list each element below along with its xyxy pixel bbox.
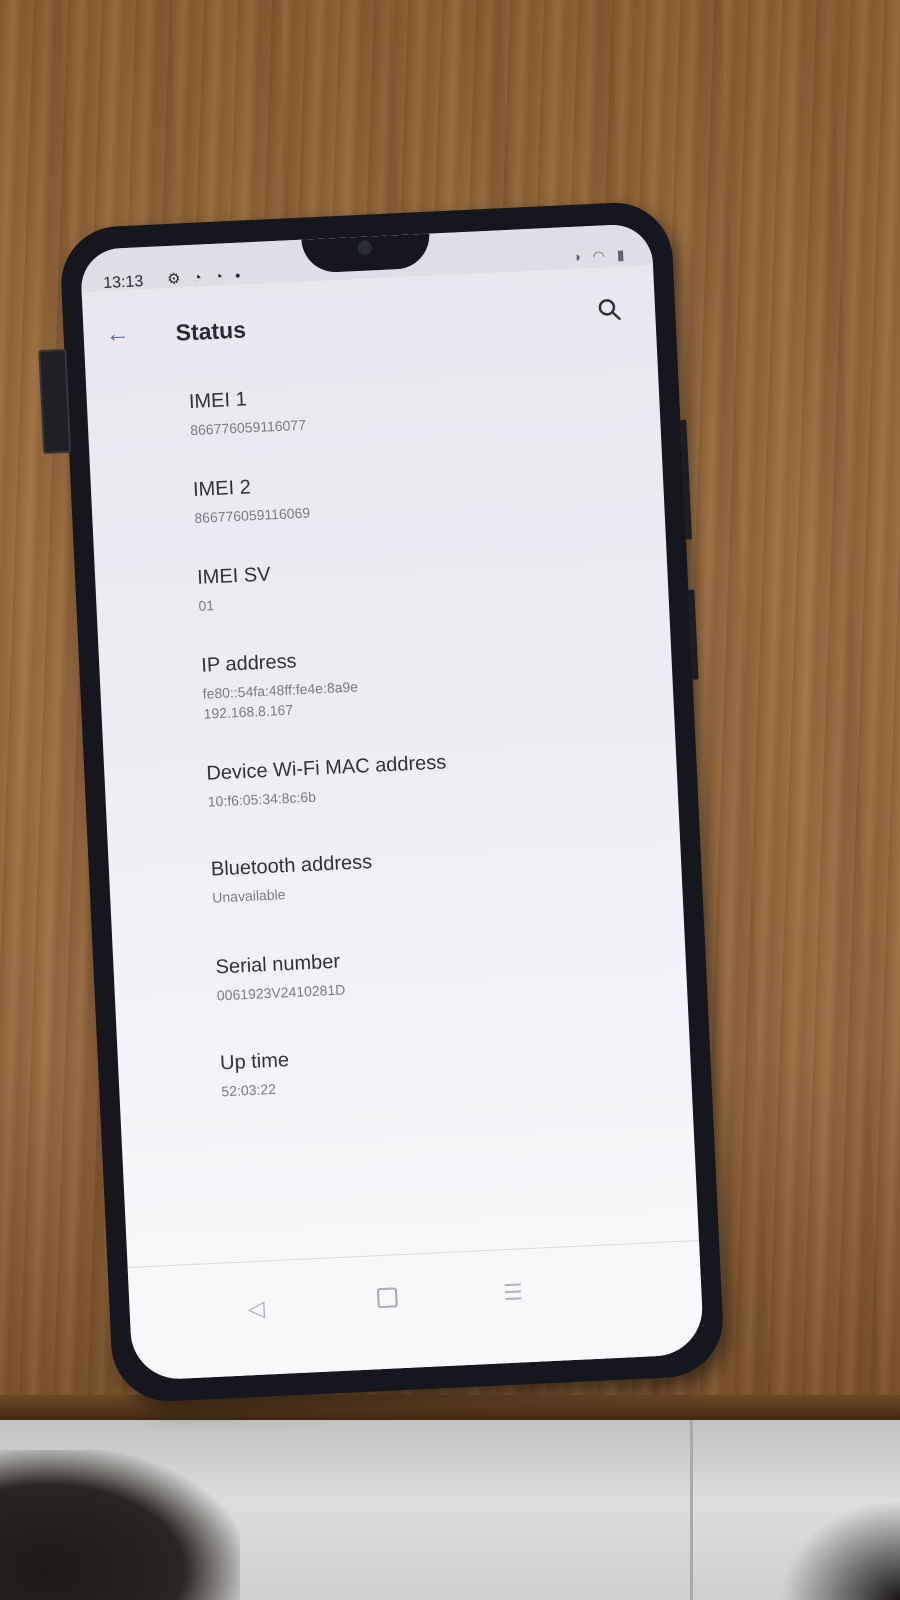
nav-recents-icon[interactable]: ☰: [503, 1279, 524, 1306]
item-value: 52:03:22: [221, 1080, 277, 1100]
floor-shadow-right: [780, 1500, 900, 1600]
table-edge: [0, 1395, 900, 1423]
phone-device: 13:13 ⚙ ◔ ◔ • ◑ ◠ ▮ ← Status IMEI 1 8667…: [38, 200, 726, 1404]
floor-shadow: [0, 1450, 240, 1600]
status-item-imei-sv[interactable]: IMEI SV 01: [197, 563, 273, 615]
sim-tray: [38, 348, 72, 455]
navigation-bar: ◁ ☰: [127, 1240, 705, 1381]
item-value: 866776059116069: [194, 504, 311, 526]
item-value: Unavailable: [211, 886, 286, 906]
nav-home-icon[interactable]: [376, 1287, 398, 1309]
status-item-wifi-mac[interactable]: Device Wi-Fi MAC address 10:f6:05:34:8c:…: [206, 751, 448, 811]
status-item-serial-number[interactable]: Serial number 0061923V2410281D: [215, 950, 346, 1005]
item-label: IMEI 2: [192, 476, 252, 502]
item-label: Bluetooth address: [210, 851, 373, 881]
item-label: IP address: [200, 650, 298, 677]
back-arrow-icon[interactable]: ←: [105, 320, 130, 348]
item-value: 01: [198, 597, 215, 614]
item-value: 866776059116077: [189, 416, 307, 439]
status-item-imei-1[interactable]: IMEI 1 866776059116077: [188, 386, 306, 440]
item-label: Serial number: [215, 950, 341, 979]
phone-screen: 13:13 ⚙ ◔ ◔ • ◑ ◠ ▮ ← Status IMEI 1 8667…: [79, 223, 705, 1381]
floor-tile-seam: [690, 1420, 693, 1600]
item-label: IMEI 1: [188, 388, 248, 414]
search-icon[interactable]: [594, 295, 623, 324]
page-title: Status: [175, 316, 247, 346]
system-status-icons: ◑ ◠ ▮: [571, 246, 629, 265]
item-label: IMEI SV: [196, 563, 272, 589]
item-label: Up time: [219, 1049, 290, 1075]
status-item-imei-2[interactable]: IMEI 2 866776059116069: [193, 474, 311, 528]
nav-back-icon[interactable]: ◁: [247, 1296, 265, 1323]
status-item-bluetooth[interactable]: Bluetooth address Unavailable: [210, 851, 373, 908]
status-item-ip-address[interactable]: IP address fe80::54fa:48ff:fe4e:8a9e 192…: [201, 648, 360, 724]
notification-icons: ⚙ ◔ ◔ •: [166, 267, 245, 289]
item-label: Device Wi-Fi MAC address: [205, 751, 447, 785]
status-time: 13:13: [102, 273, 144, 293]
item-value: 0061923V2410281D: [216, 981, 346, 1004]
item-value: 10:f6:05:34:8c:6b: [207, 788, 317, 810]
status-item-up-time[interactable]: Up time 52:03:22: [220, 1049, 291, 1101]
